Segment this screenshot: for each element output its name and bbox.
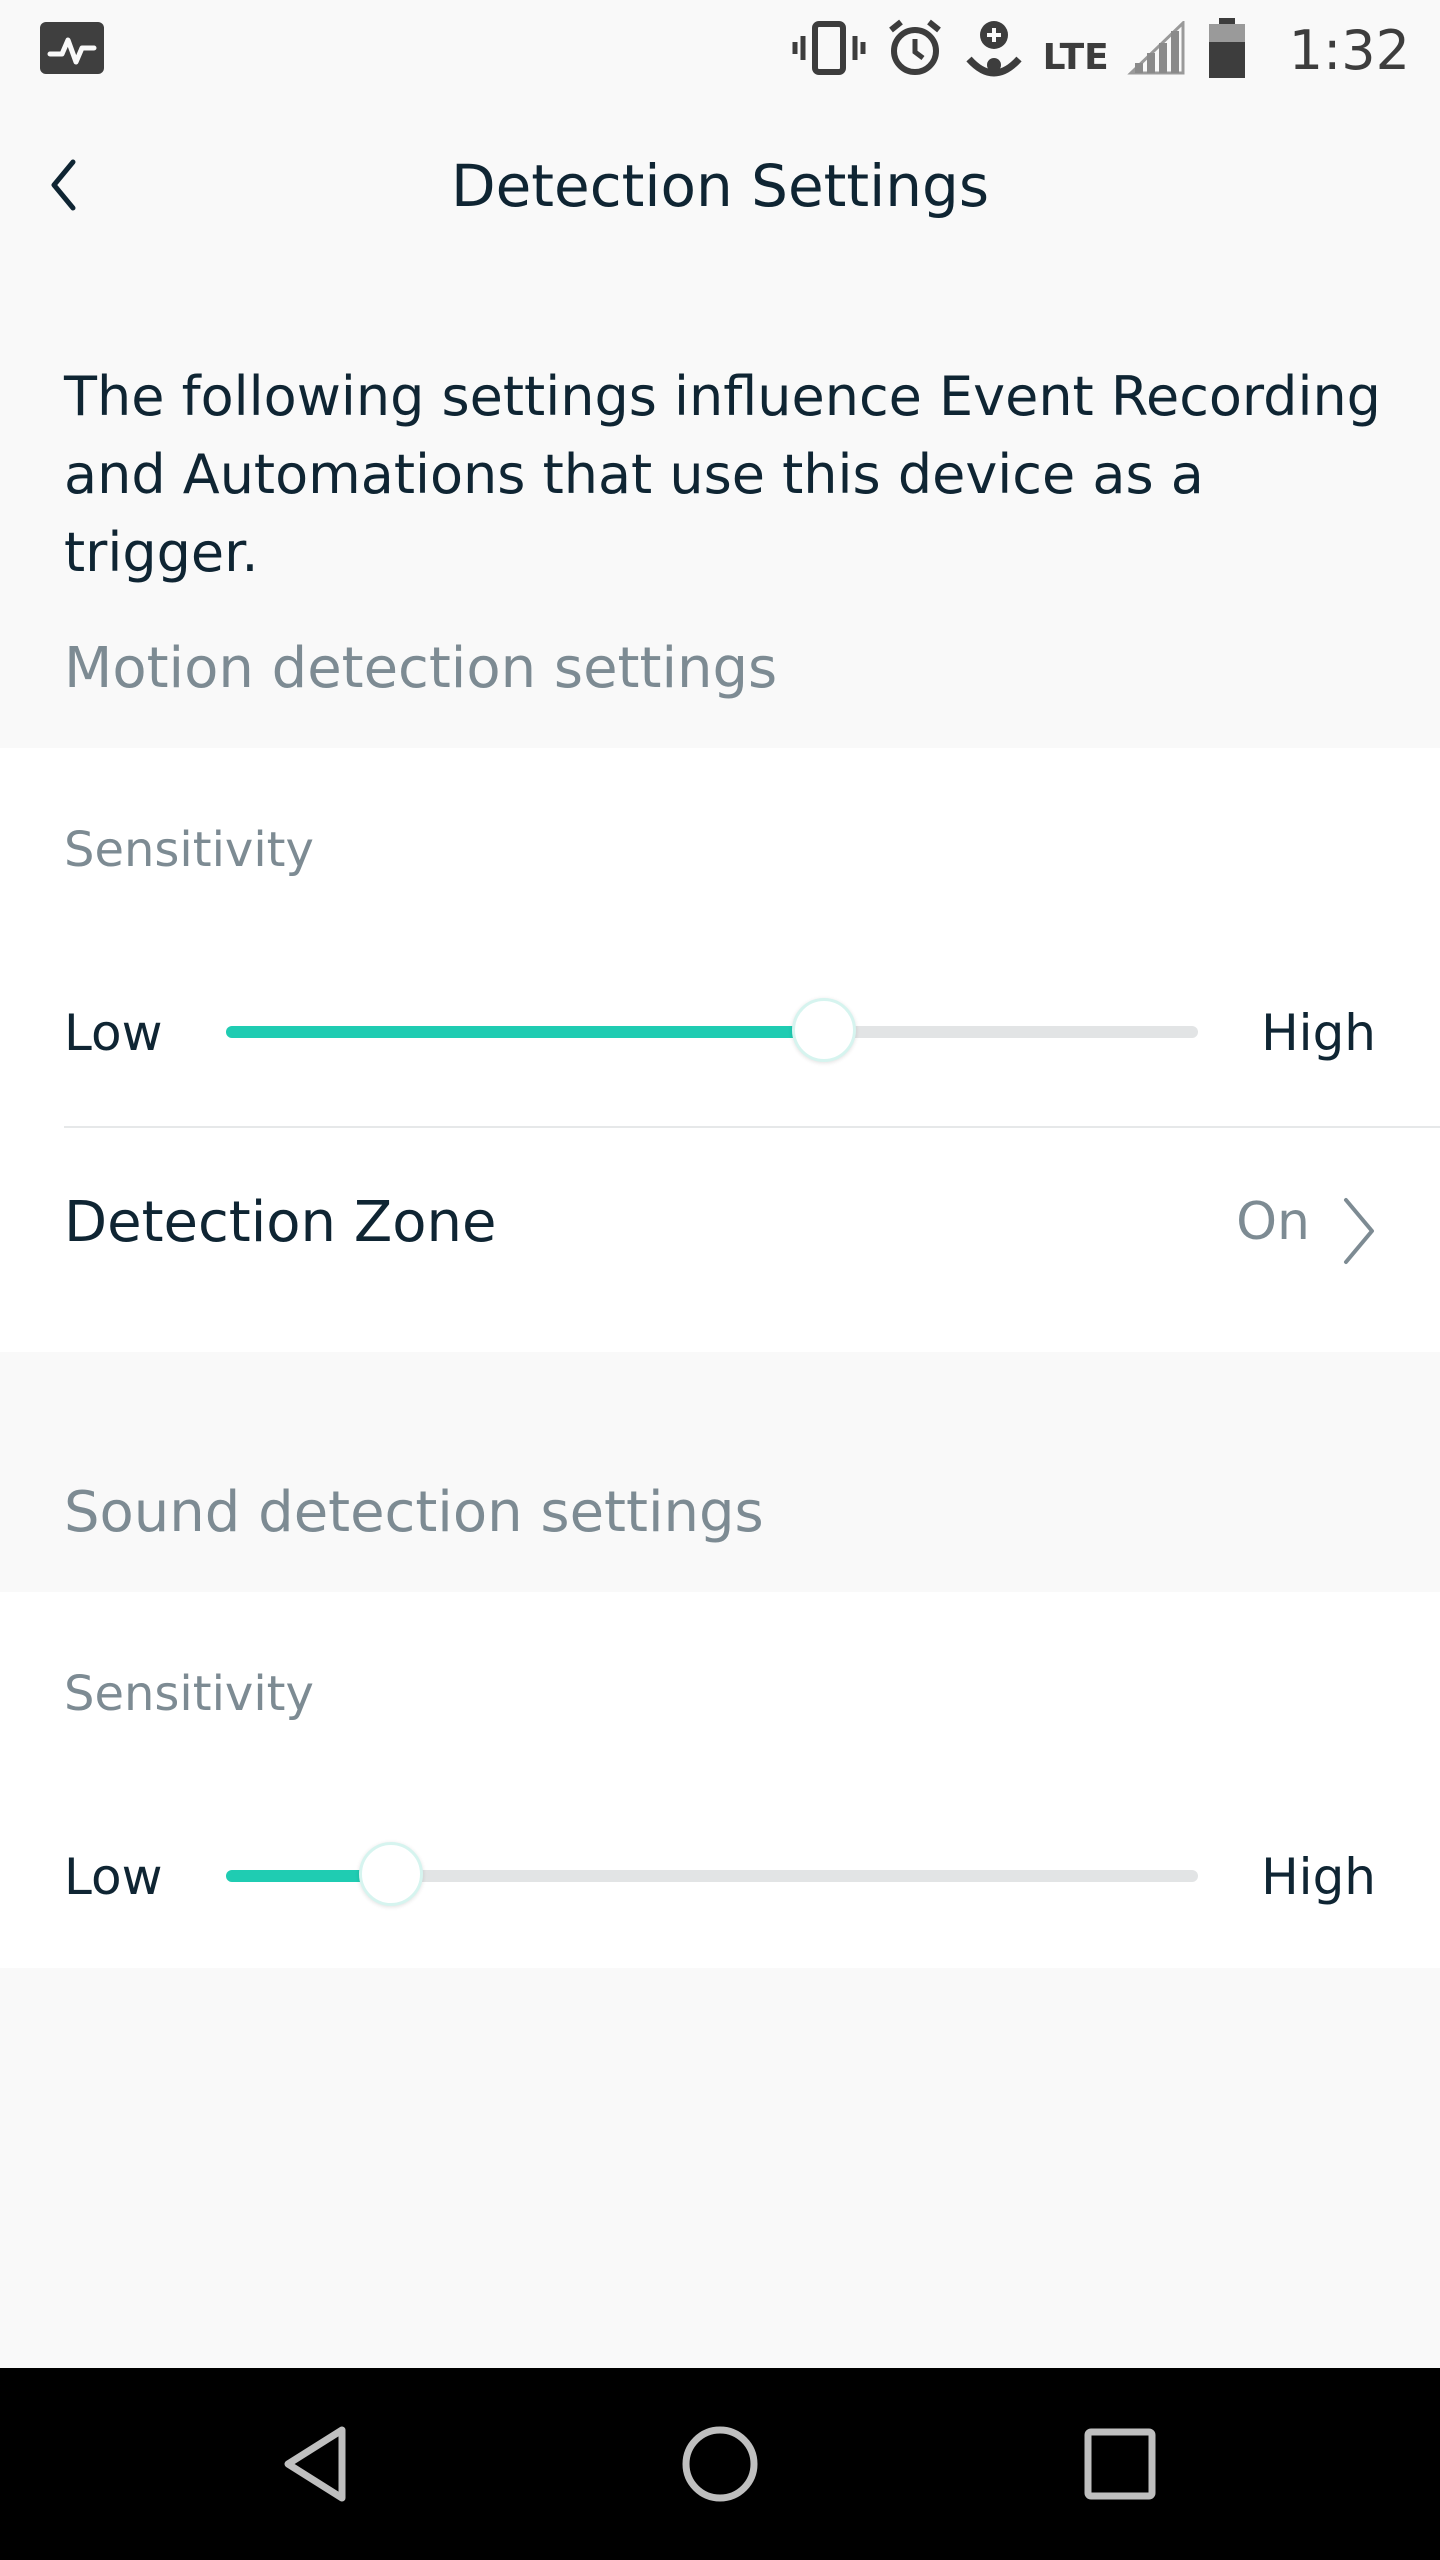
sound-sensitivity-slider-row: Low High	[0, 1826, 1440, 1926]
vibrate-icon	[791, 20, 867, 80]
motion-sensitivity-slider-row: Low High	[0, 982, 1440, 1082]
status-icons: LTE 1:32	[791, 10, 1410, 90]
activity-icon	[40, 22, 104, 74]
navigation-bar	[0, 2368, 1440, 2560]
nav-recents-button[interactable]	[1072, 2416, 1168, 2512]
network-type: LTE	[1042, 36, 1109, 78]
back-triangle-icon	[284, 2426, 346, 2502]
sound-settings-card: Sensitivity Low High	[0, 1592, 1440, 1968]
motion-section-header: Motion detection settings	[64, 636, 778, 701]
status-bar: LTE 1:32	[0, 0, 1440, 100]
sound-sensitivity-label: Sensitivity	[64, 1666, 314, 1722]
chevron-right-icon	[1344, 1198, 1374, 1264]
slider-thumb[interactable]	[359, 1842, 424, 1906]
sound-sensitivity-slider[interactable]	[226, 1842, 1198, 1906]
page-title: Detection Settings	[450, 152, 990, 220]
detection-zone-value: On	[1236, 1192, 1310, 1252]
motion-settings-card: Sensitivity Low High Detection Zone On	[0, 748, 1440, 1352]
battery-icon	[1205, 18, 1249, 82]
slider-fill	[226, 1026, 824, 1038]
home-circle-icon	[682, 2426, 758, 2502]
nav-home-button[interactable]	[672, 2416, 768, 2512]
slider-high-label: High	[1261, 1004, 1376, 1062]
app-bar: Detection Settings	[0, 100, 1440, 280]
motion-sensitivity-slider[interactable]	[226, 998, 1198, 1062]
slider-thumb[interactable]	[791, 998, 856, 1062]
motion-sensitivity-label: Sensitivity	[64, 822, 314, 878]
detection-zone-label: Detection Zone	[64, 1190, 497, 1255]
detection-zone-row[interactable]: Detection Zone On	[0, 1128, 1440, 1328]
alarm-icon	[885, 18, 945, 82]
intro-text: The following settings influence Event R…	[64, 365, 1381, 584]
signal-icon	[1127, 19, 1187, 79]
slider-low-label: Low	[64, 1848, 163, 1906]
slider-low-label: Low	[64, 1004, 163, 1062]
nav-back-button[interactable]	[272, 2416, 368, 2512]
account-sync-icon	[963, 17, 1025, 83]
recents-square-icon	[1084, 2428, 1156, 2500]
sound-section-header: Sound detection settings	[64, 1480, 764, 1545]
status-time: 1:32	[1288, 18, 1410, 82]
slider-high-label: High	[1261, 1848, 1376, 1906]
